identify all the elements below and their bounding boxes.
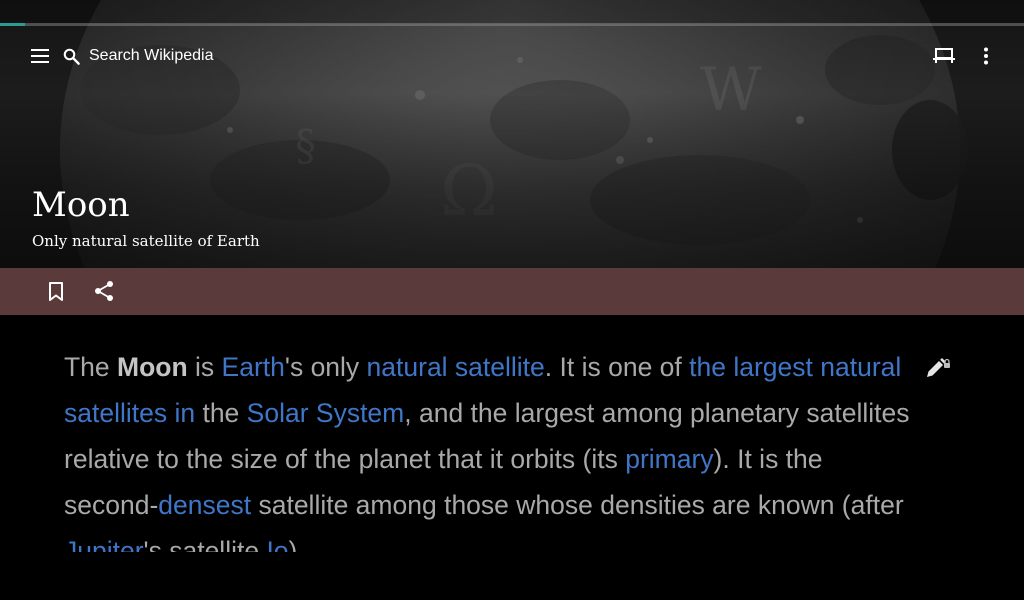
link-solar-system[interactable]: Solar System	[247, 398, 405, 428]
page-load-progress	[0, 23, 1024, 26]
reading-list-icon	[933, 48, 955, 63]
bookmark-icon	[49, 281, 63, 301]
overflow-menu-button[interactable]	[966, 36, 1006, 76]
search-icon	[63, 48, 80, 65]
lead-image-header: W Ω § Search Wikipedia	[0, 0, 1024, 268]
page-load-progress-fill	[0, 23, 25, 26]
status-bar	[0, 0, 1024, 24]
search-bar[interactable]: Search Wikipedia	[62, 38, 362, 74]
reading-lists-button[interactable]	[924, 36, 964, 76]
save-bookmark-button[interactable]	[36, 271, 76, 311]
page-description: Only natural satellite of Earth	[32, 232, 260, 250]
link-jupiter[interactable]: Jupiter	[64, 536, 144, 552]
share-icon	[95, 281, 113, 301]
text-run: the	[195, 398, 247, 428]
edit-section-button[interactable]	[918, 348, 958, 388]
text-run: ).	[288, 536, 305, 552]
text-run: 's only	[284, 352, 367, 382]
article-lead-paragraph: The Moon is Earth's only natural satelli…	[64, 344, 914, 552]
text-run: is	[187, 352, 222, 382]
text-run: . It is one of	[544, 352, 690, 382]
link-densest[interactable]: densest	[158, 490, 251, 520]
menu-button[interactable]	[20, 36, 60, 76]
share-button[interactable]	[84, 271, 124, 311]
text-run: 's satellite	[143, 536, 267, 552]
article-title-block: Moon Only natural satellite of Earth	[32, 185, 260, 250]
link-natural-satellite[interactable]: natural satellite	[367, 352, 545, 382]
edit-locked-icon	[927, 358, 950, 377]
text-run: The	[64, 352, 118, 382]
text-run: satellite among those whose densities ar…	[251, 490, 904, 520]
hamburger-menu-icon	[31, 49, 49, 63]
link-primary[interactable]: primary	[625, 444, 713, 474]
bold-term-moon: Moon	[117, 352, 188, 382]
more-vert-icon	[984, 47, 988, 65]
search-placeholder: Search Wikipedia	[89, 47, 214, 64]
article-action-bar	[0, 268, 1024, 315]
top-toolbar: Search Wikipedia	[0, 30, 1024, 82]
link-io[interactable]: Io	[266, 536, 288, 552]
page-title: Moon	[32, 185, 130, 225]
link-earth[interactable]: Earth	[222, 352, 285, 382]
